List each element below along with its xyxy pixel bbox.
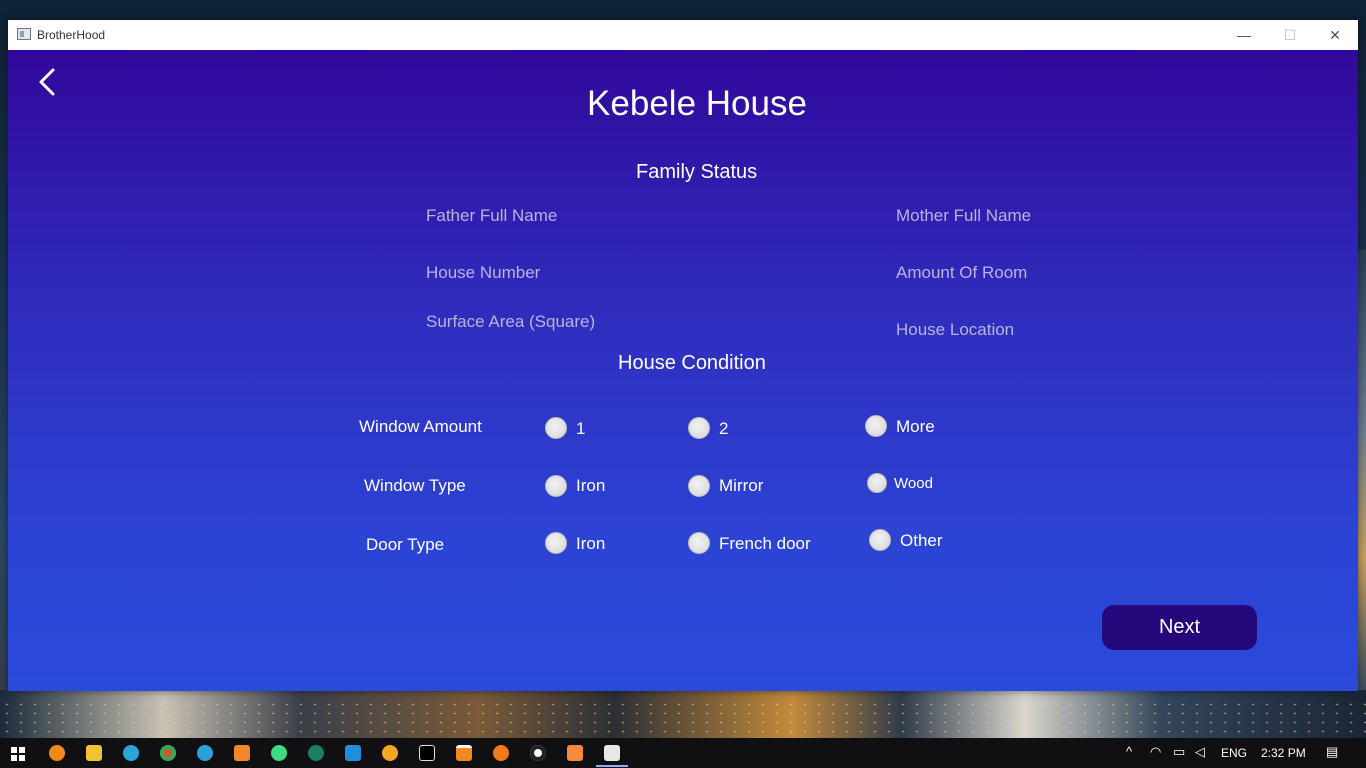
father-name-field[interactable]: Father Full Name — [426, 206, 557, 226]
language-indicator[interactable]: ENG — [1221, 746, 1247, 760]
window-amount-1-radio[interactable] — [545, 417, 567, 439]
family-status-heading: Family Status — [636, 161, 758, 183]
window-amount-2-radio[interactable] — [688, 417, 710, 439]
java-app-icon[interactable] — [604, 745, 620, 761]
window-type-wood-radio[interactable] — [867, 473, 887, 493]
edge-icon[interactable] — [123, 745, 139, 761]
form-panel: Kebele House Family Status Father Full N… — [8, 50, 1358, 691]
intellij-icon[interactable] — [419, 745, 435, 761]
git-app-icon[interactable] — [234, 745, 250, 761]
file-explorer-icon[interactable] — [86, 745, 102, 761]
next-button[interactable]: Next — [1102, 605, 1257, 650]
vscode-icon[interactable] — [345, 745, 361, 761]
surface-area-field[interactable]: Surface Area (Square) — [426, 312, 595, 332]
battery-icon[interactable]: ▭ — [1173, 744, 1185, 760]
obs-icon[interactable] — [530, 745, 546, 761]
window-type-iron-label[interactable]: Iron — [576, 476, 605, 496]
windows-start-icon[interactable] — [11, 747, 25, 761]
door-type-iron-label[interactable]: Iron — [576, 534, 605, 554]
blender-icon[interactable] — [382, 745, 398, 761]
wallpaper-city-lights — [0, 700, 1366, 738]
window-amount-label: Window Amount — [359, 417, 482, 436]
clock[interactable]: 2:32 PM — [1261, 746, 1306, 760]
app-icon — [17, 28, 31, 40]
volume-icon[interactable]: ◁ — [1195, 744, 1205, 760]
window-title: BrotherHood — [37, 28, 106, 42]
wallpaper-edge — [1358, 250, 1366, 690]
wifi-icon[interactable]: ◠ — [1150, 744, 1161, 760]
close-button[interactable]: ✕ — [1312, 20, 1358, 50]
vlc-icon[interactable] — [456, 745, 472, 761]
door-type-other-radio[interactable] — [869, 529, 891, 551]
chevron-up-icon[interactable]: ^ — [1126, 744, 1132, 759]
title-bar: BrotherHood — ☐ ✕ — [8, 20, 1358, 50]
window-type-mirror-radio[interactable] — [688, 475, 710, 497]
search-app-icon[interactable] — [493, 745, 509, 761]
door-type-other-label[interactable]: Other — [900, 531, 943, 551]
window-amount-2-label[interactable]: 2 — [719, 419, 728, 439]
window-type-mirror-label[interactable]: Mirror — [719, 476, 763, 496]
active-app-indicator — [596, 765, 628, 767]
chrome-canary-icon[interactable] — [49, 745, 65, 761]
page-title: Kebele House — [587, 84, 807, 123]
window-type-label: Window Type — [364, 476, 466, 495]
chatgpt-icon[interactable] — [308, 745, 324, 761]
app-window: BrotherHood — ☐ ✕ Kebele House Family St… — [8, 20, 1358, 691]
minimize-button[interactable]: — — [1221, 20, 1267, 50]
taskbar: ^ ◠ ▭ ◁ ENG 2:32 PM ▤ — [0, 738, 1366, 768]
house-number-field[interactable]: House Number — [426, 263, 540, 283]
maximize-button[interactable]: ☐ — [1267, 20, 1313, 50]
notification-icon[interactable]: ▤ — [1326, 744, 1338, 760]
android-studio-icon[interactable] — [271, 745, 287, 761]
door-type-french-radio[interactable] — [688, 532, 710, 554]
telegram-icon[interactable] — [197, 745, 213, 761]
window-amount-more-radio[interactable] — [865, 415, 887, 437]
mother-name-field[interactable]: Mother Full Name — [896, 206, 1031, 226]
window-type-iron-radio[interactable] — [545, 475, 567, 497]
house-condition-heading: House Condition — [618, 352, 766, 374]
door-type-iron-radio[interactable] — [545, 532, 567, 554]
chrome-icon[interactable] — [160, 745, 176, 761]
house-location-field[interactable]: House Location — [896, 320, 1014, 340]
window-amount-1-label[interactable]: 1 — [576, 419, 585, 439]
window-type-wood-label[interactable]: Wood — [894, 475, 933, 492]
door-type-french-label[interactable]: French door — [719, 534, 811, 554]
door-type-label: Door Type — [366, 535, 445, 554]
window-amount-more-label[interactable]: More — [896, 417, 935, 437]
xampp-icon[interactable] — [567, 745, 583, 761]
amount-of-room-field[interactable]: Amount Of Room — [896, 263, 1027, 283]
